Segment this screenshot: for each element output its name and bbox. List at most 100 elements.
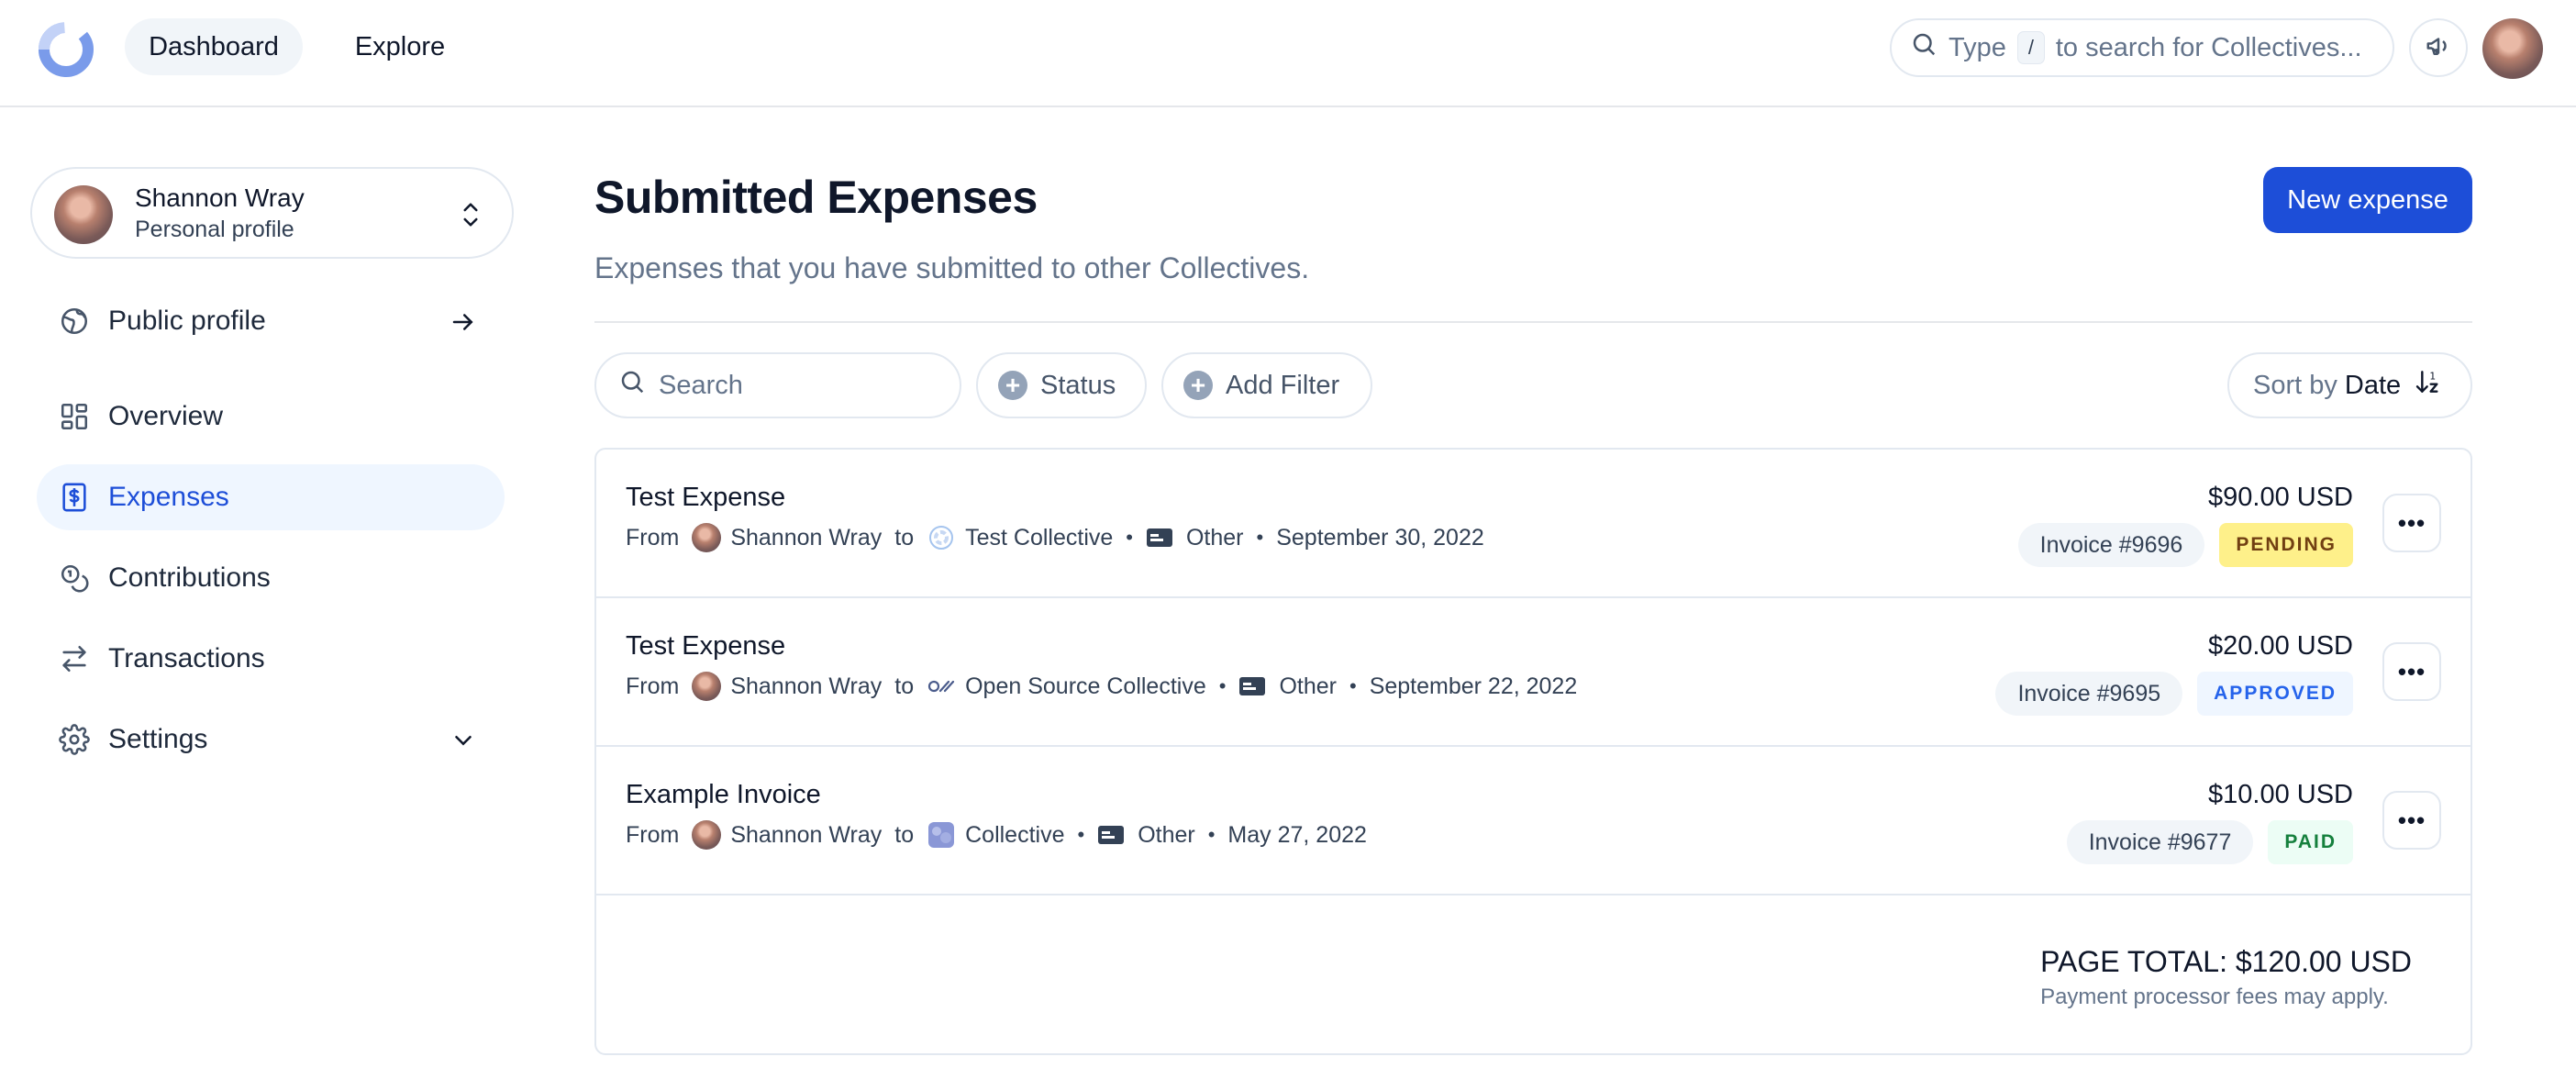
sidebar-item-contributions[interactable]: Contributions (37, 545, 505, 611)
status-badge: PAID (2268, 820, 2353, 864)
separator: • (1126, 526, 1133, 549)
profile-switcher[interactable]: Shannon Wray Personal profile (30, 167, 514, 259)
separator: • (1077, 823, 1085, 846)
more-actions-button[interactable]: ••• (2382, 494, 2441, 552)
global-search-input[interactable]: Type / to search for Collectives... (1890, 18, 2394, 77)
separator: • (1218, 674, 1227, 697)
expense-date: September 30, 2022 (1276, 524, 1484, 551)
expense-row[interactable]: Test Expense From Shannon Wray to Open S… (596, 598, 2471, 747)
sort-value: Date (2344, 370, 2402, 400)
status-filter-button[interactable]: + Status (976, 352, 1147, 418)
sidebar-item-settings[interactable]: Settings (37, 706, 505, 773)
expense-badges: Invoice #9695 APPROVED (1995, 672, 2353, 716)
more-actions-button[interactable]: ••• (2382, 791, 2441, 850)
globe-icon (57, 304, 92, 339)
payee-avatar (692, 523, 722, 552)
payee-name[interactable]: Shannon Wray (730, 673, 882, 700)
fees-note: Payment processor fees may apply. (2040, 984, 2389, 1009)
announcements-button[interactable] (2409, 18, 2468, 77)
sidebar-item-expenses[interactable]: Expenses (37, 464, 505, 530)
sidebar-item-overview[interactable]: Overview (37, 384, 505, 450)
invoice-badge: Invoice #9696 (2017, 523, 2205, 567)
arrow-right-icon (450, 308, 477, 336)
sidebar-item-public-profile[interactable]: Public profile (37, 288, 505, 354)
status-badge: PENDING (2219, 523, 2353, 567)
plus-circle-icon: + (1183, 371, 1213, 400)
sidebar-item-label: Settings (108, 724, 208, 754)
add-filter-button[interactable]: + Add Filter (1161, 352, 1372, 418)
expense-title[interactable]: Test Expense (626, 631, 785, 662)
id-card-icon (1238, 676, 1266, 696)
payee-avatar (692, 672, 722, 701)
expense-amount: $90.00 USD (2208, 483, 2353, 512)
collective-logo-icon (927, 820, 956, 850)
page-total-section: PAGE TOTAL: $120.00 USD Payment processo… (2040, 945, 2412, 1010)
search-shortcut-key: / (2016, 31, 2045, 64)
expense-type: Other (1279, 673, 1337, 699)
sidebar-item-label: Expenses (108, 482, 229, 512)
coins-icon (57, 561, 92, 595)
expense-amount: $10.00 USD (2208, 780, 2353, 809)
osc-logo-icon (927, 672, 956, 701)
to-label: to (894, 524, 915, 551)
sidebar-item-label: Overview (108, 401, 224, 431)
expense-type: Other (1185, 524, 1244, 551)
expense-meta: From Shannon Wray to Test Collective • O… (626, 523, 1484, 552)
from-label: From (626, 524, 680, 551)
collective-name[interactable]: Open Source Collective (965, 673, 1206, 700)
receipt-dollar-icon (57, 480, 92, 515)
chevrons-up-down-icon (457, 198, 484, 231)
collective-logo-icon (927, 523, 956, 552)
expense-row[interactable]: Example Invoice From Shannon Wray to Col… (596, 747, 2471, 895)
new-expense-button[interactable]: New expense (2263, 167, 2472, 233)
expense-type: Other (1138, 821, 1195, 848)
to-label: to (894, 673, 915, 699)
sort-prefix: Sort by (2253, 370, 2337, 400)
add-filter-label: Add Filter (1226, 370, 1340, 400)
search-prefix: Type (1949, 32, 2006, 62)
megaphone-icon (2425, 32, 2452, 64)
expense-date: May 27, 2022 (1227, 821, 1367, 848)
sidebar-item-transactions[interactable]: Transactions (37, 626, 505, 692)
profile-avatar (54, 185, 113, 244)
expense-meta: From Shannon Wray to Collective • Other … (626, 820, 1367, 850)
payee-avatar (692, 820, 722, 850)
expenses-search-input[interactable]: Search (594, 352, 961, 418)
search-placeholder: Search (659, 370, 743, 400)
expense-title[interactable]: Example Invoice (626, 780, 821, 810)
plus-circle-icon: + (998, 371, 1027, 400)
expense-date: September 22, 2022 (1369, 673, 1578, 699)
ellipsis-icon: ••• (2397, 508, 2426, 537)
expense-badges: Invoice #9696 PENDING (2017, 523, 2353, 567)
search-suffix: to search for Collectives... (2055, 32, 2362, 62)
invoice-badge: Invoice #9677 (2066, 820, 2254, 864)
nav-dashboard[interactable]: Dashboard (125, 18, 303, 75)
invoice-badge: Invoice #9695 (1995, 672, 2183, 716)
payee-name[interactable]: Shannon Wray (730, 822, 882, 849)
collective-name[interactable]: Collective (965, 822, 1064, 849)
expenses-table: Test Expense From Shannon Wray to Test C… (594, 448, 2472, 1055)
to-label: to (894, 821, 915, 848)
sidebar-item-label: Contributions (108, 562, 271, 593)
expense-row[interactable]: Test Expense From Shannon Wray to Test C… (596, 450, 2471, 598)
payee-name[interactable]: Shannon Wray (730, 525, 882, 551)
expense-title[interactable]: Test Expense (626, 483, 785, 513)
avatar[interactable] (2482, 18, 2543, 79)
chevron-down-icon (450, 727, 477, 754)
logo-icon[interactable] (35, 18, 97, 81)
status-filter-label: Status (1040, 370, 1116, 400)
sidebar-item-label: Public profile (108, 306, 266, 336)
page-title: Submitted Expenses (594, 172, 1038, 223)
status-badge: APPROVED (2197, 672, 2353, 716)
collective-name[interactable]: Test Collective (965, 525, 1113, 551)
expense-badges: Invoice #9677 PAID (2066, 820, 2353, 864)
search-icon (1910, 30, 1938, 65)
nav-explore[interactable]: Explore (332, 18, 468, 75)
from-label: From (626, 821, 680, 848)
separator: • (1256, 526, 1264, 549)
sort-button[interactable]: Sort by Date 1 (2227, 352, 2472, 418)
sort-desc-icon: 1 (2414, 367, 2443, 404)
id-card-icon (1097, 825, 1125, 845)
gear-icon (57, 722, 92, 757)
more-actions-button[interactable]: ••• (2382, 642, 2441, 701)
